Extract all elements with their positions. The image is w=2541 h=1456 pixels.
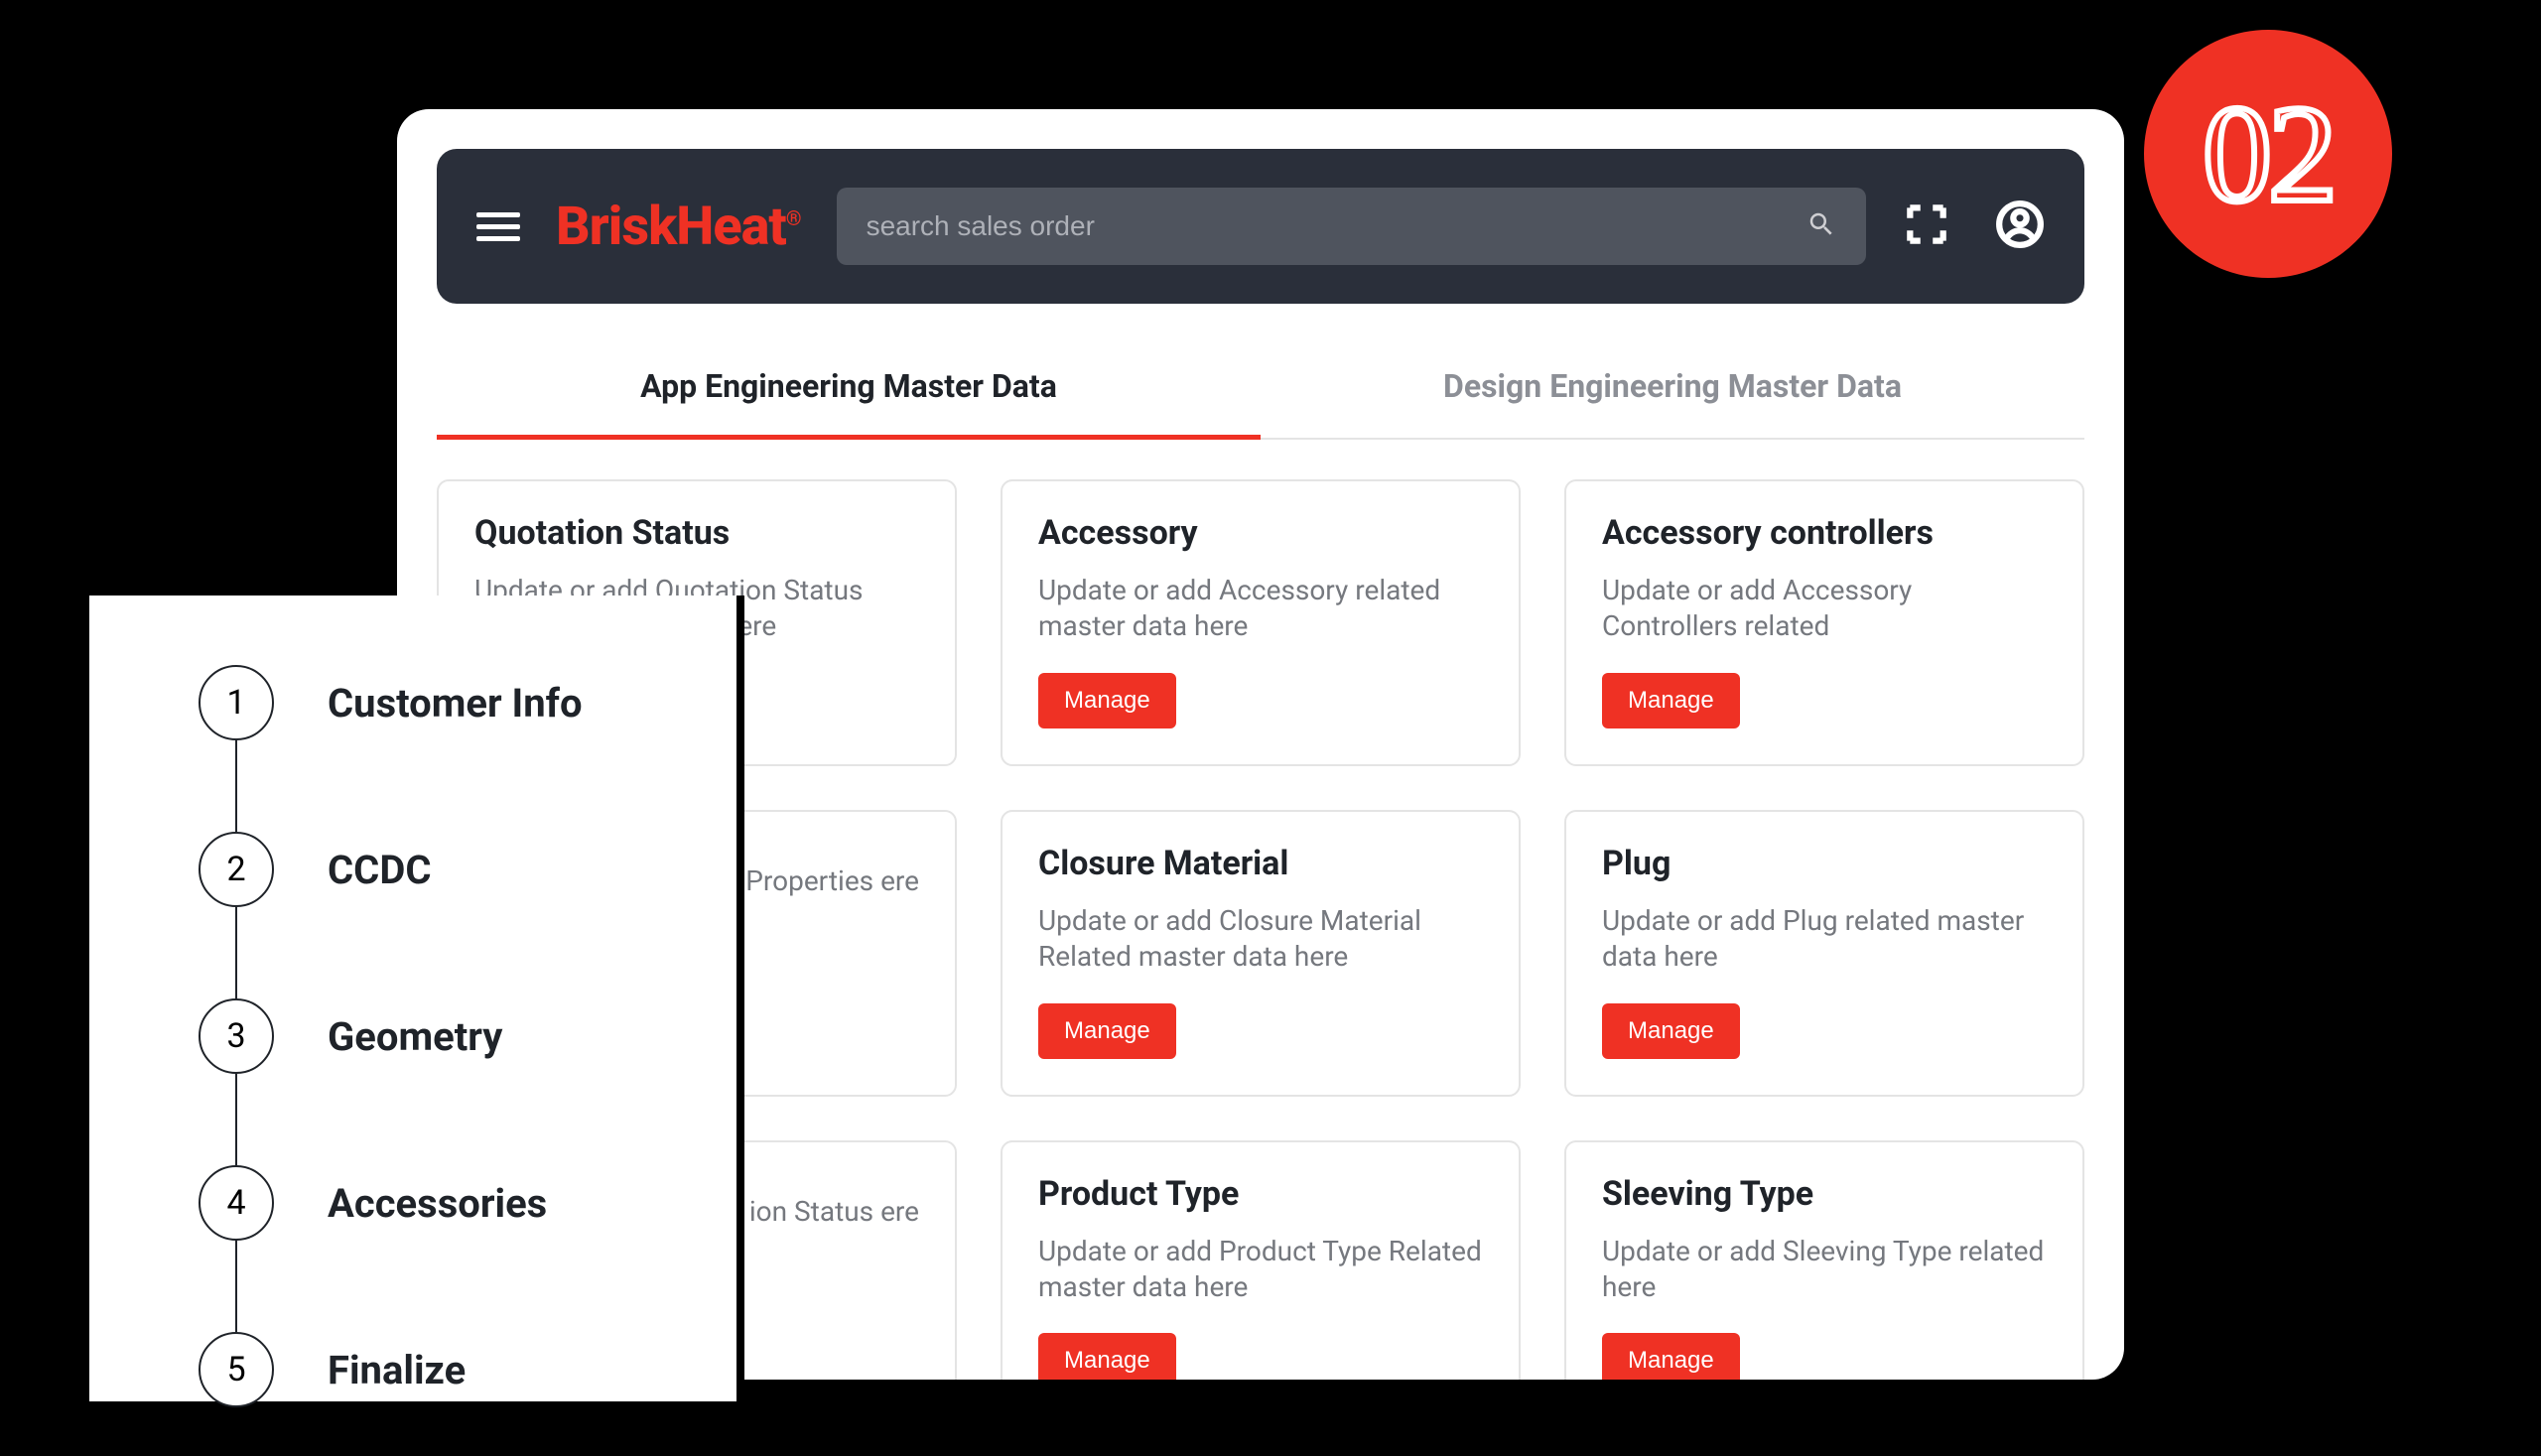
step-number: 5 [199, 1332, 274, 1407]
topbar-actions [1902, 199, 2045, 253]
card-desc: Update or add Product Type Related maste… [1038, 1234, 1483, 1306]
card-desc: Update or add Accessory Controllers rela… [1602, 573, 2047, 645]
tab-app-engineering[interactable]: App Engineering Master Data [437, 343, 1261, 440]
card-title: Sleeving Type [1602, 1174, 2047, 1214]
card-title: Closure Material [1038, 844, 1483, 883]
step-number: 1 [199, 665, 274, 740]
card-accessory-controllers: Accessory controllers Update or add Acce… [1564, 479, 2084, 766]
search-icon[interactable] [1806, 209, 1836, 243]
manage-button[interactable]: Manage [1038, 1003, 1176, 1059]
manage-button[interactable]: Manage [1602, 1333, 1740, 1380]
step-label: Customer Info [328, 680, 583, 727]
fullscreen-icon[interactable] [1902, 199, 1951, 253]
step-number-badge: 02 [2144, 30, 2392, 278]
manage-button[interactable]: Manage [1602, 1003, 1740, 1059]
tab-design-engineering[interactable]: Design Engineering Master Data [1261, 343, 2084, 438]
search-input[interactable] [867, 210, 1806, 242]
brand-logo: BriskHeat® [556, 196, 801, 258]
step-accessories[interactable]: 4 Accessories [199, 1165, 667, 1332]
card-plug: Plug Update or add Plug related master d… [1564, 810, 2084, 1097]
card-desc: Update or add Sleeving Type related here [1602, 1234, 2047, 1306]
account-icon[interactable] [1995, 199, 2045, 253]
menu-icon[interactable] [476, 212, 520, 241]
step-label: Geometry [328, 1013, 502, 1060]
step-number: 3 [199, 998, 274, 1074]
step-geometry[interactable]: 3 Geometry [199, 998, 667, 1165]
step-customer-info[interactable]: 1 Customer Info [199, 665, 667, 832]
step-finalize[interactable]: 5 Finalize [199, 1332, 667, 1407]
card-title: Product Type [1038, 1174, 1483, 1214]
card-sleeving-type: Sleeving Type Update or add Sleeving Typ… [1564, 1140, 2084, 1380]
step-number: 4 [199, 1165, 274, 1241]
step-label: Finalize [328, 1347, 466, 1393]
card-title: Accessory controllers [1602, 513, 2047, 553]
card-title: Plug [1602, 844, 2047, 883]
card-product-type: Product Type Update or add Product Type … [1001, 1140, 1521, 1380]
step-label: CCDC [328, 847, 432, 893]
card-desc: Update or add Plug related master data h… [1602, 903, 2047, 976]
top-bar: BriskHeat® [437, 149, 2084, 304]
manage-button[interactable]: Manage [1038, 673, 1176, 728]
search-bar[interactable] [837, 188, 1866, 265]
manage-button[interactable]: Manage [1602, 673, 1740, 728]
step-ccdc[interactable]: 2 CCDC [199, 832, 667, 998]
manage-button[interactable]: Manage [1038, 1333, 1176, 1380]
step-label: Accessories [328, 1180, 547, 1227]
stepper-panel: 1 Customer Info 2 CCDC 3 Geometry 4 Acce… [89, 596, 744, 1409]
step-number: 02 [2203, 74, 2334, 234]
step-number: 2 [199, 832, 274, 907]
card-desc: Update or add Closure Material Related m… [1038, 903, 1483, 976]
card-desc: Update or add Accessory related master d… [1038, 573, 1483, 645]
card-title: Quotation Status [474, 513, 919, 553]
card-title: Accessory [1038, 513, 1483, 553]
card-closure-material: Closure Material Update or add Closure M… [1001, 810, 1521, 1097]
tabs: App Engineering Master Data Design Engin… [437, 343, 2084, 440]
card-accessory: Accessory Update or add Accessory relate… [1001, 479, 1521, 766]
